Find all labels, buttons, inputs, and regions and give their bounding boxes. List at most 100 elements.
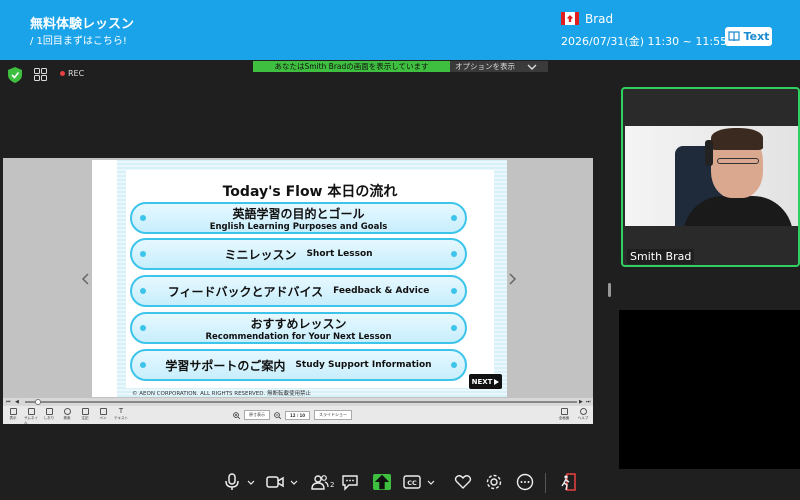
text-button-label: Text — [743, 30, 770, 43]
video-camera-icon — [266, 476, 284, 488]
gear-icon — [486, 474, 502, 490]
reaction-button[interactable] — [454, 471, 472, 493]
microphone-icon — [225, 473, 239, 490]
settings-button[interactable] — [485, 471, 503, 493]
recording-indicator: REC — [60, 69, 84, 78]
zoom-controls: 原寸表示 12 / 10 スライドショー — [233, 410, 353, 420]
share-screen-button[interactable] — [373, 471, 391, 493]
next-label: NEXT — [471, 377, 493, 386]
grid-icon[interactable] — [34, 68, 47, 81]
closed-caption-icon: CC — [403, 475, 421, 489]
last-page-icon[interactable]: ⏭ — [586, 399, 591, 405]
lesson-subtitle: / 1回目まずはこちら! — [30, 36, 127, 47]
chevron-down-icon[interactable] — [427, 480, 435, 485]
thumbnail-control[interactable]: サムネイル — [24, 408, 38, 426]
slide-content: Today's Flow 本日の流れ 英語学習の目的とゴール English L… — [126, 170, 494, 388]
share-options-label: オプションを表示 — [455, 62, 515, 71]
screen-share-banner: あなたはSmith Bradの画面を表示しています — [253, 61, 450, 72]
shield-check-icon[interactable] — [8, 67, 22, 83]
help-control[interactable]: ヘルプ — [576, 408, 590, 421]
progress-knob[interactable] — [35, 399, 41, 405]
flow-item-en: Recommendation for Your Next Lesson — [205, 331, 392, 342]
flow-item-jp: ミニレッスン — [224, 247, 297, 262]
headphones-icon — [705, 140, 713, 166]
first-page-icon[interactable]: ⏮ — [6, 399, 11, 405]
more-button[interactable] — [516, 471, 534, 493]
flow-item-jp: 学習サポートのご案内 — [165, 358, 286, 373]
leave-button[interactable] — [559, 471, 577, 493]
lesson-slide: Today's Flow 本日の流れ 英語学習の目的とゴール English L… — [92, 160, 507, 397]
view-control[interactable]: 表示 — [6, 408, 20, 421]
note-control[interactable]: 注記 — [78, 408, 92, 421]
chevron-down-icon — [527, 64, 537, 70]
lesson-datetime: 2026/07/31(金) 11:30 ~ 11:55 — [561, 35, 728, 48]
zoom-label[interactable]: 原寸表示 — [244, 410, 270, 420]
flow-item-jp: フィードバックとアドバイス — [167, 284, 324, 299]
self-video-tile[interactable] — [619, 310, 800, 469]
svg-text:CC: CC — [407, 479, 417, 487]
toolbar-separator — [545, 473, 546, 493]
record-dot-icon — [60, 71, 65, 76]
participant-name: Smith Brad — [627, 249, 695, 264]
more-icon — [516, 473, 534, 491]
meeting-controls: 2 CC — [0, 465, 800, 500]
play-triangle-icon — [494, 378, 500, 385]
slide-title: Today's Flow 本日の流れ — [222, 184, 398, 200]
progress-track[interactable] — [25, 401, 577, 403]
chevron-right-icon[interactable] — [509, 273, 517, 285]
share-options-button[interactable]: オプションを表示 — [450, 61, 548, 72]
meeting-window: 無料体験レッスン / 1回目まずはこちら! Brad 2026/07/31(金)… — [0, 0, 800, 500]
flow-item-en: English Learning Purposes and Goals — [209, 221, 388, 232]
page-input[interactable]: 12 / 10 — [285, 410, 311, 420]
zoom-out-icon[interactable] — [274, 411, 281, 419]
flow-item: おすすめレッスン Recommendation for Your Next Le… — [130, 312, 467, 344]
flow-item: フィードバックとアドバイス Feedback & Advice — [130, 275, 467, 307]
participant-video — [625, 126, 798, 226]
participant-video-tile[interactable]: Smith Brad — [621, 87, 800, 267]
chat-icon — [342, 475, 358, 491]
mic-button[interactable] — [223, 471, 255, 493]
heart-icon — [454, 475, 472, 489]
leave-icon — [561, 473, 576, 491]
search-control[interactable]: 検索 — [60, 408, 74, 421]
slide-copyright: © AEON CORPORATION. ALL RIGHTS RESERVED.… — [132, 391, 312, 397]
zoom-in-icon[interactable] — [233, 411, 240, 419]
flow-item-jp: 英語学習の目的とゴール — [232, 206, 365, 221]
next-page-icon[interactable]: ▶ — [579, 399, 583, 405]
fullscreen-control[interactable]: 全画面 — [557, 408, 571, 421]
lesson-header: 無料体験レッスン / 1回目まずはこちら! Brad 2026/07/31(金)… — [0, 0, 800, 60]
participants-count: 2 — [330, 481, 335, 489]
chat-button[interactable] — [341, 471, 359, 493]
prev-page-icon[interactable]: ◀ — [15, 399, 19, 405]
flow-item: 学習サポートのご案内 Study Support Information — [130, 349, 467, 381]
chevron-left-icon[interactable] — [81, 273, 89, 285]
pen-control[interactable]: ペン — [96, 408, 110, 421]
text-control[interactable]: T テキスト — [114, 408, 128, 421]
canada-flag-icon — [561, 12, 579, 25]
slideshow-button[interactable]: スライドショー — [314, 410, 353, 420]
panel-resize-handle[interactable] — [608, 283, 611, 297]
chevron-down-icon[interactable] — [247, 480, 255, 485]
flow-item-en: Short Lesson — [306, 249, 373, 259]
teacher-name: Brad — [585, 12, 614, 26]
flow-item: 英語学習の目的とゴール English Learning Purposes an… — [130, 202, 467, 234]
flow-item-en: Study Support Information — [295, 360, 432, 370]
viewer-progress-bar[interactable]: ⏮ ◀ ▶ ⏭ — [3, 398, 593, 406]
flow-item-jp: おすすめレッスン — [250, 316, 347, 331]
lesson-title: 無料体験レッスン — [30, 17, 135, 32]
book-icon — [727, 31, 740, 42]
flow-item: ミニレッスン Short Lesson — [130, 238, 467, 270]
captions-button[interactable]: CC — [403, 471, 435, 493]
next-slide-button[interactable]: NEXT — [469, 374, 502, 389]
participants-icon — [311, 475, 329, 490]
chevron-down-icon[interactable] — [290, 480, 298, 485]
flow-item-en: Feedback & Advice — [333, 286, 430, 296]
participants-button[interactable]: 2 — [311, 471, 334, 493]
rec-label: REC — [68, 69, 85, 78]
share-screen-icon — [373, 474, 391, 490]
camera-button[interactable] — [266, 471, 298, 493]
shared-screen: Today's Flow 本日の流れ 英語学習の目的とゴール English L… — [3, 158, 593, 426]
bookmark-control[interactable]: しおり — [42, 408, 56, 421]
text-button[interactable]: Text — [725, 27, 772, 46]
viewer-control-bar: 表示 サムネイル しおり 検索 注記 ペン T テキスト 原寸表示 12 / 10… — [3, 406, 593, 426]
